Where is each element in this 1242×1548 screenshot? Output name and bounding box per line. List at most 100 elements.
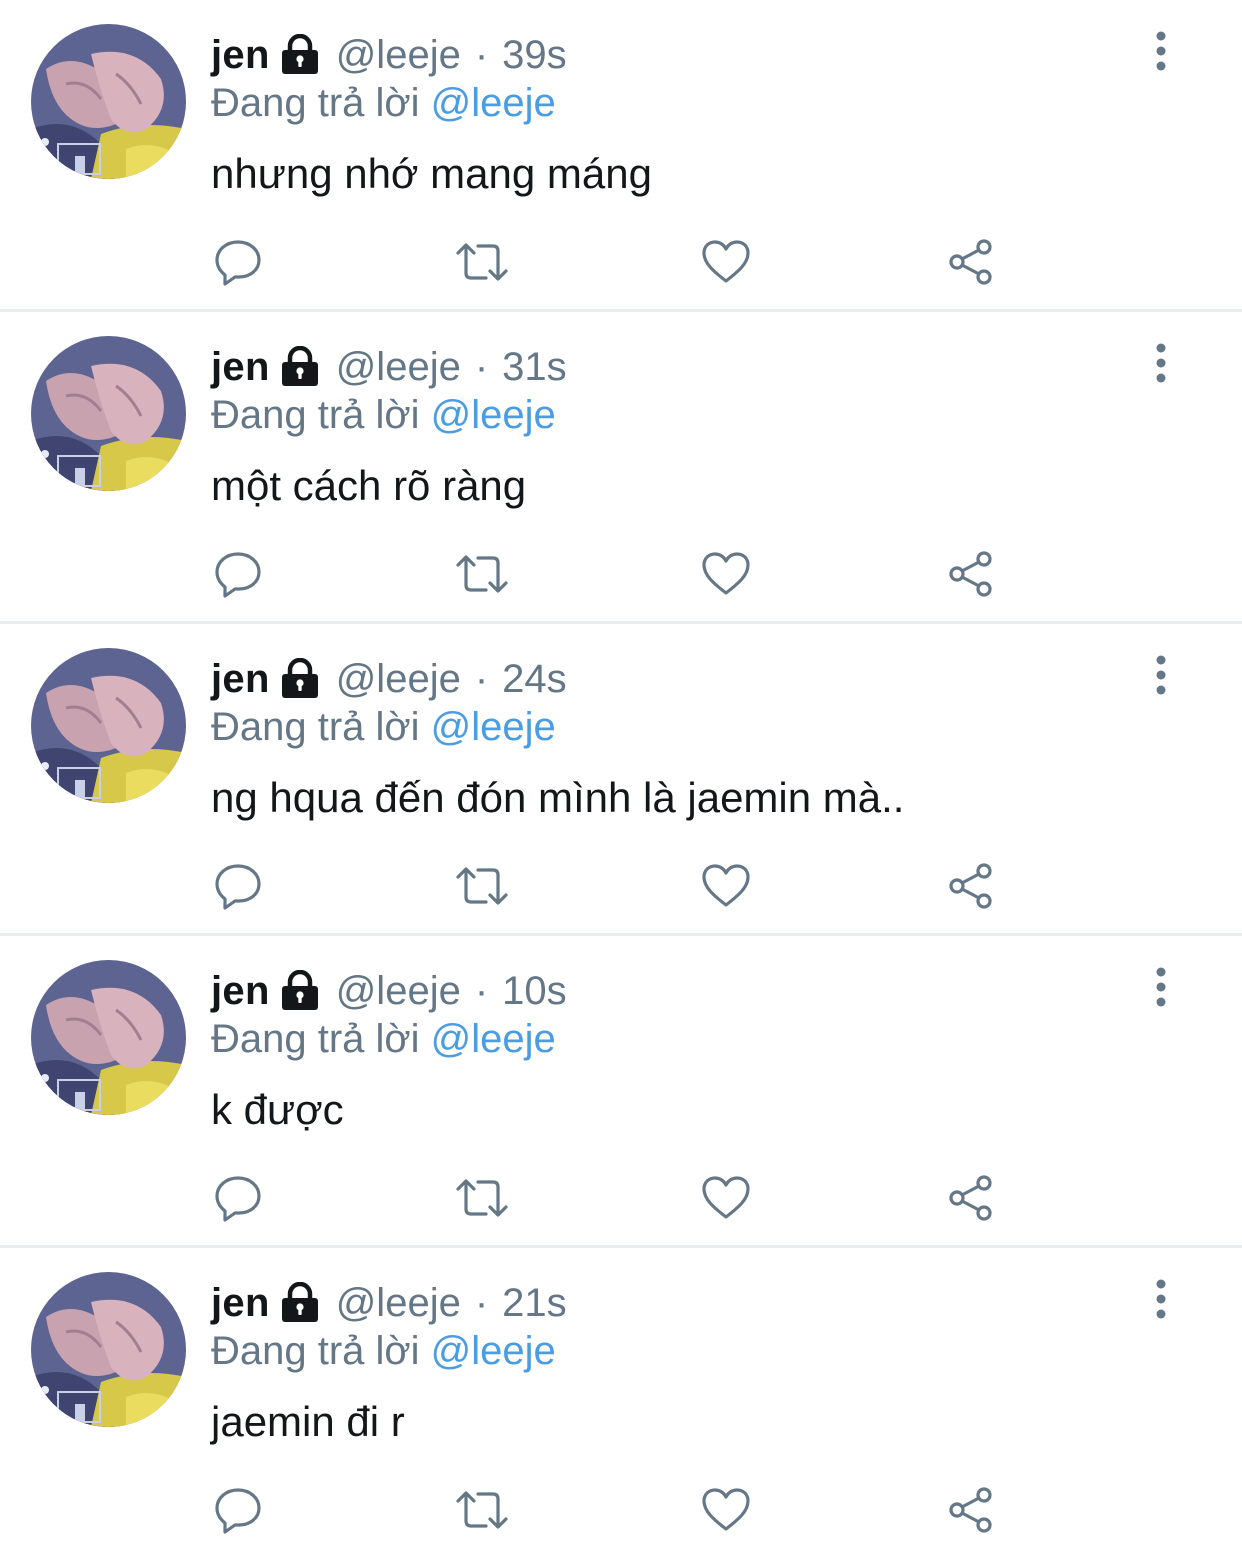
- retweet-button[interactable]: [454, 546, 510, 602]
- replying-to: Đang trả lời @leeje: [211, 1326, 556, 1376]
- replying-to: Đang trả lời @leeje: [211, 78, 556, 128]
- like-button[interactable]: [698, 1482, 754, 1538]
- avatar[interactable]: [31, 336, 186, 491]
- reply-button[interactable]: [210, 234, 266, 290]
- lock-icon: [280, 969, 320, 1012]
- like-button[interactable]: [698, 546, 754, 602]
- share-button[interactable]: [943, 546, 999, 602]
- more-options-button[interactable]: [1140, 342, 1182, 384]
- lock-icon: [280, 345, 320, 388]
- action-bar: [0, 546, 1242, 602]
- tweet[interactable]: jen @leeje · 10s Đang trả lời @leeje k đ…: [0, 936, 1242, 1248]
- action-bar: [0, 1482, 1242, 1538]
- tweet[interactable]: jen @leeje · 24s Đang trả lời @leeje ng …: [0, 624, 1242, 936]
- user-handle[interactable]: @leeje: [336, 654, 461, 704]
- replying-to: Đang trả lời @leeje: [211, 390, 556, 440]
- mention-link[interactable]: @leeje: [431, 1017, 556, 1061]
- tweet-header: jen @leeje · 39s: [211, 30, 567, 80]
- tweet[interactable]: jen @leeje · 21s Đang trả lời @leeje jae…: [0, 1248, 1242, 1548]
- replying-to-label: Đang trả lời: [211, 1017, 420, 1061]
- retweet-button[interactable]: [454, 1170, 510, 1226]
- retweet-icon: [456, 1179, 508, 1217]
- retweet-button[interactable]: [454, 858, 510, 914]
- reply-icon: [215, 552, 261, 598]
- reply-icon: [215, 1176, 261, 1222]
- replying-to-label: Đang trả lời: [211, 1329, 420, 1373]
- heart-icon: [702, 864, 750, 907]
- replying-to: Đang trả lời @leeje: [211, 702, 556, 752]
- tweet-text: jaemin đi r: [211, 1398, 405, 1445]
- display-name[interactable]: jen: [211, 30, 270, 80]
- share-button[interactable]: [943, 1482, 999, 1538]
- mention-link[interactable]: @leeje: [431, 81, 556, 125]
- more-options-button[interactable]: [1140, 30, 1182, 72]
- mention-link[interactable]: @leeje: [431, 1329, 556, 1373]
- timestamp[interactable]: 31s: [502, 342, 567, 392]
- reply-button[interactable]: [210, 1170, 266, 1226]
- separator-dot: ·: [474, 33, 489, 77]
- share-button[interactable]: [943, 234, 999, 290]
- like-button[interactable]: [698, 1170, 754, 1226]
- retweet-icon: [456, 867, 508, 905]
- retweet-button[interactable]: [454, 1482, 510, 1538]
- more-options-button[interactable]: [1140, 1278, 1182, 1320]
- display-name[interactable]: jen: [211, 1278, 270, 1328]
- lock-icon: [280, 33, 320, 76]
- user-handle[interactable]: @leeje: [336, 342, 461, 392]
- share-button[interactable]: [943, 858, 999, 914]
- like-button[interactable]: [698, 234, 754, 290]
- avatar[interactable]: [31, 1272, 186, 1427]
- mention-link[interactable]: @leeje: [431, 705, 556, 749]
- reply-button[interactable]: [210, 1482, 266, 1538]
- reply-icon: [215, 240, 261, 286]
- tweet[interactable]: jen @leeje · 39s Đang trả lời @leeje như…: [0, 0, 1242, 312]
- tweet[interactable]: jen @leeje · 31s Đang trả lời @leeje một…: [0, 312, 1242, 624]
- display-name[interactable]: jen: [211, 654, 270, 704]
- timestamp[interactable]: 24s: [502, 654, 567, 704]
- user-handle[interactable]: @leeje: [336, 1278, 461, 1328]
- replying-to: Đang trả lời @leeje: [211, 1014, 556, 1064]
- timestamp[interactable]: 21s: [502, 1278, 567, 1328]
- more-options-button[interactable]: [1140, 654, 1182, 696]
- user-handle[interactable]: @leeje: [336, 966, 461, 1016]
- timestamp[interactable]: 39s: [502, 30, 567, 80]
- user-handle[interactable]: @leeje: [336, 30, 461, 80]
- more-vertical-icon: [1156, 31, 1166, 71]
- action-bar: [0, 858, 1242, 914]
- separator-dot: ·: [474, 969, 489, 1013]
- like-button[interactable]: [698, 858, 754, 914]
- lock-icon: [280, 1281, 320, 1324]
- share-icon: [949, 239, 992, 285]
- more-options-button[interactable]: [1140, 966, 1182, 1008]
- avatar[interactable]: [31, 960, 186, 1115]
- share-button[interactable]: [943, 1170, 999, 1226]
- timestamp[interactable]: 10s: [502, 966, 567, 1016]
- reply-button[interactable]: [210, 858, 266, 914]
- heart-icon: [702, 552, 750, 595]
- retweet-icon: [456, 1491, 508, 1529]
- separator-dot: ·: [474, 345, 489, 389]
- separator-dot: ·: [474, 1281, 489, 1325]
- tweet-feed: jen @leeje · 39s Đang trả lời @leeje như…: [0, 0, 1242, 1548]
- replying-to-label: Đang trả lời: [211, 705, 420, 749]
- replying-to-label: Đang trả lời: [211, 393, 420, 437]
- retweet-icon: [456, 555, 508, 593]
- tweet-text: k được: [211, 1086, 344, 1133]
- more-vertical-icon: [1156, 655, 1166, 695]
- display-name[interactable]: jen: [211, 966, 270, 1016]
- separator-dot: ·: [474, 657, 489, 701]
- reply-icon: [215, 864, 261, 910]
- display-name[interactable]: jen: [211, 342, 270, 392]
- reply-icon: [215, 1488, 261, 1534]
- mention-link[interactable]: @leeje: [431, 393, 556, 437]
- tweet-header: jen @leeje · 24s: [211, 654, 567, 704]
- tweet-text: ng hqua đến đón mình là jaemin mà..: [211, 774, 905, 821]
- more-vertical-icon: [1156, 1279, 1166, 1319]
- retweet-button[interactable]: [454, 234, 510, 290]
- avatar[interactable]: [31, 24, 186, 179]
- share-icon: [949, 1487, 992, 1533]
- tweet-header: jen @leeje · 21s: [211, 1278, 567, 1328]
- reply-button[interactable]: [210, 546, 266, 602]
- avatar[interactable]: [31, 648, 186, 803]
- heart-icon: [702, 1488, 750, 1531]
